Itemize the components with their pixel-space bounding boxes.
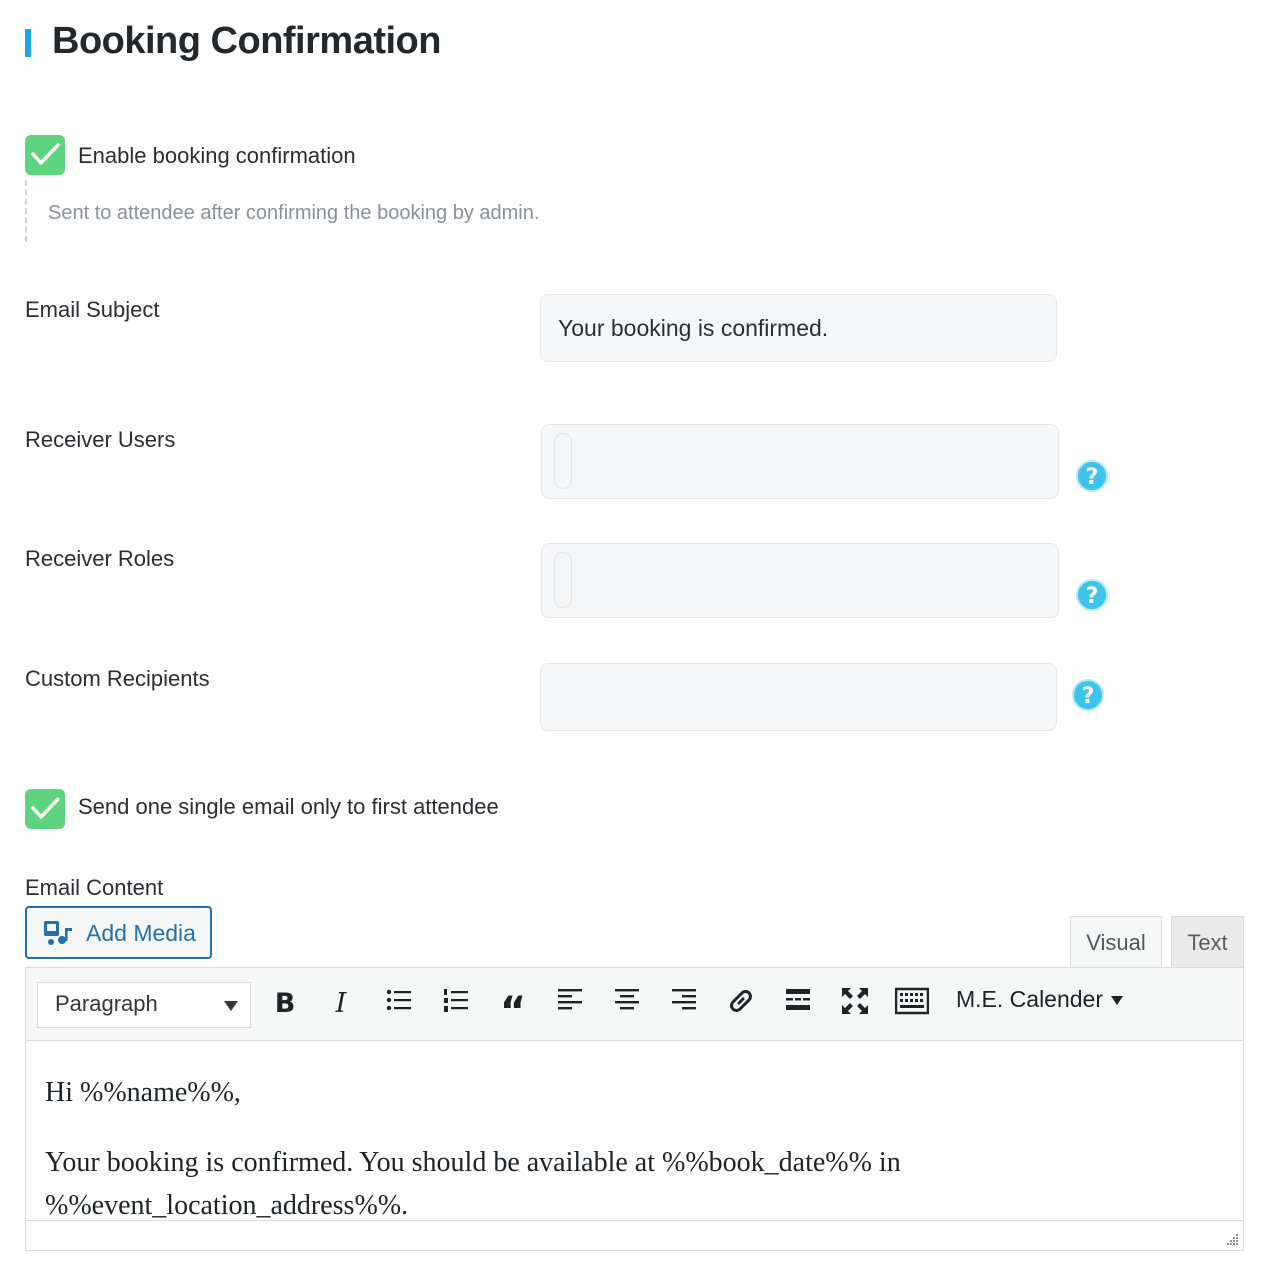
bullet-list-icon[interactable]: [381, 986, 417, 1022]
blockquote-icon[interactable]: “: [495, 986, 531, 1035]
page-title: Booking Confirmation: [52, 20, 441, 62]
add-media-button[interactable]: Add Media: [25, 906, 212, 959]
format-select[interactable]: Paragraph: [37, 982, 251, 1028]
media-icon: [44, 921, 72, 945]
custom-recipients-input[interactable]: [540, 663, 1057, 731]
align-right-icon[interactable]: [666, 986, 702, 1022]
add-media-label: Add Media: [86, 920, 196, 946]
email-subject-input[interactable]: [540, 294, 1057, 362]
read-more-icon[interactable]: [780, 986, 816, 1022]
hint-divider: [25, 180, 27, 242]
editor-greeting: Hi %%name%%,: [45, 1077, 241, 1108]
enable-confirmation-hint: Sent to attendee after confirming the bo…: [48, 202, 540, 224]
receiver-roles-label: Receiver Roles: [25, 546, 175, 571]
email-content-label: Email Content: [25, 875, 164, 900]
me-calendar-dropdown[interactable]: M.E. Calender: [956, 986, 1124, 1013]
bold-icon[interactable]: B: [267, 986, 303, 1022]
editor-line-1: Your booking is confirmed. You should be…: [45, 1147, 901, 1178]
check-icon: [31, 797, 60, 819]
numbered-list-icon[interactable]: [438, 986, 474, 1022]
question-icon[interactable]: ?: [1076, 579, 1108, 611]
chevron-down-icon: [224, 1001, 238, 1011]
italic-icon[interactable]: I: [323, 986, 359, 1022]
editor-toolbar: Paragraph B I “ M.E. Calender: [25, 967, 1244, 1041]
align-left-icon[interactable]: [552, 986, 588, 1022]
enable-confirmation-checkbox[interactable]: [25, 135, 65, 175]
check-icon: [31, 143, 60, 165]
single-email-label: Send one single email only to first atte…: [78, 794, 499, 819]
tab-text[interactable]: Text: [1171, 916, 1244, 968]
chevron-down-icon: [1111, 996, 1124, 1006]
select-search-field[interactable]: [554, 552, 572, 608]
receiver-roles-select[interactable]: [541, 543, 1059, 618]
receiver-users-select[interactable]: [541, 424, 1059, 499]
format-select-value: Paragraph: [55, 991, 158, 1016]
question-icon[interactable]: ?: [1072, 679, 1104, 711]
editor-status-bar: [25, 1220, 1244, 1251]
link-icon[interactable]: [723, 986, 759, 1022]
receiver-users-label: Receiver Users: [25, 427, 176, 452]
email-content-editor[interactable]: Hi %%name%%, Your booking is confirmed. …: [25, 1041, 1244, 1221]
tab-visual[interactable]: Visual: [1070, 916, 1162, 969]
enable-confirmation-label: Enable booking confirmation: [78, 143, 356, 168]
editor-line-2: %%event_location_address%%.: [45, 1190, 409, 1221]
resize-handle-icon[interactable]: [1223, 1231, 1239, 1247]
me-calendar-label: M.E. Calender: [956, 986, 1104, 1012]
keyboard-icon[interactable]: [894, 986, 930, 1022]
fullscreen-icon[interactable]: [837, 986, 873, 1022]
single-email-checkbox[interactable]: [25, 789, 65, 829]
align-center-icon[interactable]: [609, 986, 645, 1022]
select-search-field[interactable]: [554, 433, 572, 489]
question-icon[interactable]: ?: [1076, 460, 1108, 492]
email-subject-label: Email Subject: [25, 297, 160, 322]
title-accent-bar: [25, 29, 31, 57]
custom-recipients-label: Custom Recipients: [25, 666, 210, 691]
